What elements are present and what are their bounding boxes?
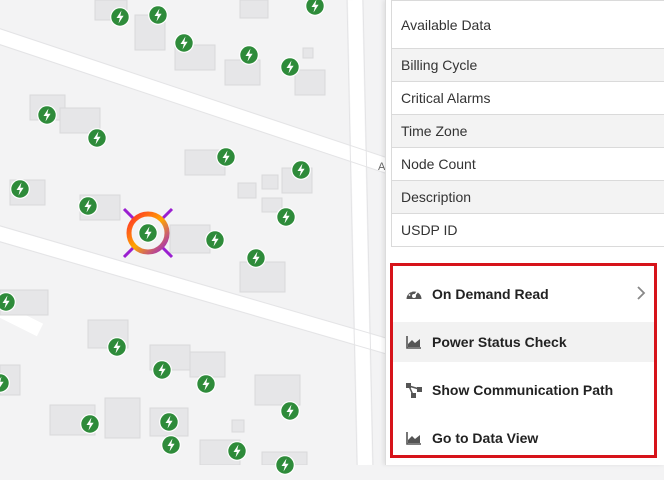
meter-marker-icon[interactable] xyxy=(161,435,181,455)
meter-marker-icon[interactable] xyxy=(78,196,98,216)
meter-marker-icon[interactable] xyxy=(216,147,236,167)
meter-marker-icon[interactable] xyxy=(291,160,311,180)
meter-marker-icon[interactable] xyxy=(239,45,259,65)
gauge-icon xyxy=(405,285,423,303)
meter-marker-icon[interactable] xyxy=(148,5,168,25)
meter-marker-icon[interactable] xyxy=(174,33,194,53)
meter-marker-icon[interactable] xyxy=(87,128,107,148)
menu-item-on-demand-read[interactable]: On Demand Read xyxy=(393,274,654,314)
meter-marker-icon[interactable] xyxy=(110,7,130,27)
info-label: Description xyxy=(401,189,472,205)
meter-marker-icon[interactable] xyxy=(107,337,127,357)
info-label: Time Zone xyxy=(401,123,468,139)
menu-item-label: Power Status Check xyxy=(432,334,567,350)
meter-marker-icon[interactable] xyxy=(205,230,225,250)
info-label: Billing Cycle xyxy=(401,57,478,73)
info-row-node-count: Node Count xyxy=(391,148,664,181)
info-row-available-data: Available Data xyxy=(391,1,664,49)
meter-marker-icon[interactable] xyxy=(275,455,295,475)
info-row-billing-cycle: Billing Cycle xyxy=(391,49,664,82)
info-label: USDP ID xyxy=(401,222,458,238)
meter-marker-icon[interactable] xyxy=(305,0,325,16)
menu-item-power-status-check[interactable]: Power Status Check xyxy=(393,322,654,362)
meter-info-table: Available Data Billing Cycle Critical Al… xyxy=(391,0,664,247)
menu-item-show-communication-path[interactable]: Show Communication Path xyxy=(393,370,654,410)
meter-marker-icon[interactable] xyxy=(276,207,296,227)
meter-marker-icon[interactable] xyxy=(0,373,10,393)
meter-marker-icon[interactable] xyxy=(37,105,57,125)
info-row-critical-alarms: Critical Alarms xyxy=(391,82,664,115)
info-row-usdp-id: USDP ID xyxy=(391,214,664,247)
menu-item-label: Show Communication Path xyxy=(432,382,614,398)
meter-marker-icon[interactable] xyxy=(280,57,300,77)
info-label: Available Data xyxy=(401,16,492,33)
info-row-time-zone: Time Zone xyxy=(391,115,664,148)
meter-marker-icon[interactable] xyxy=(196,374,216,394)
meter-marker-icon[interactable] xyxy=(227,441,247,461)
menu-item-go-to-data-view[interactable]: Go to Data View xyxy=(393,418,654,458)
meter-marker-icon[interactable] xyxy=(80,414,100,434)
meter-marker-icon[interactable] xyxy=(152,360,172,380)
meter-marker-icon[interactable] xyxy=(138,223,158,243)
area-chart-icon xyxy=(405,429,423,447)
meter-marker-icon[interactable] xyxy=(246,248,266,268)
meter-marker-icon[interactable] xyxy=(0,292,16,312)
meter-marker-icon[interactable] xyxy=(10,179,30,199)
context-menu: On Demand Read Power Status Check Show C… xyxy=(390,263,657,458)
network-path-icon xyxy=(405,381,423,399)
chevron-right-icon xyxy=(636,286,646,305)
menu-item-label: Go to Data View xyxy=(432,430,539,446)
meter-marker-icon[interactable] xyxy=(159,412,179,432)
info-row-description: Description xyxy=(391,181,664,214)
info-label: Critical Alarms xyxy=(401,90,491,106)
meter-marker-icon[interactable] xyxy=(280,401,300,421)
info-label: Node Count xyxy=(401,156,476,172)
menu-item-label: On Demand Read xyxy=(432,286,549,302)
area-chart-icon xyxy=(405,333,423,351)
